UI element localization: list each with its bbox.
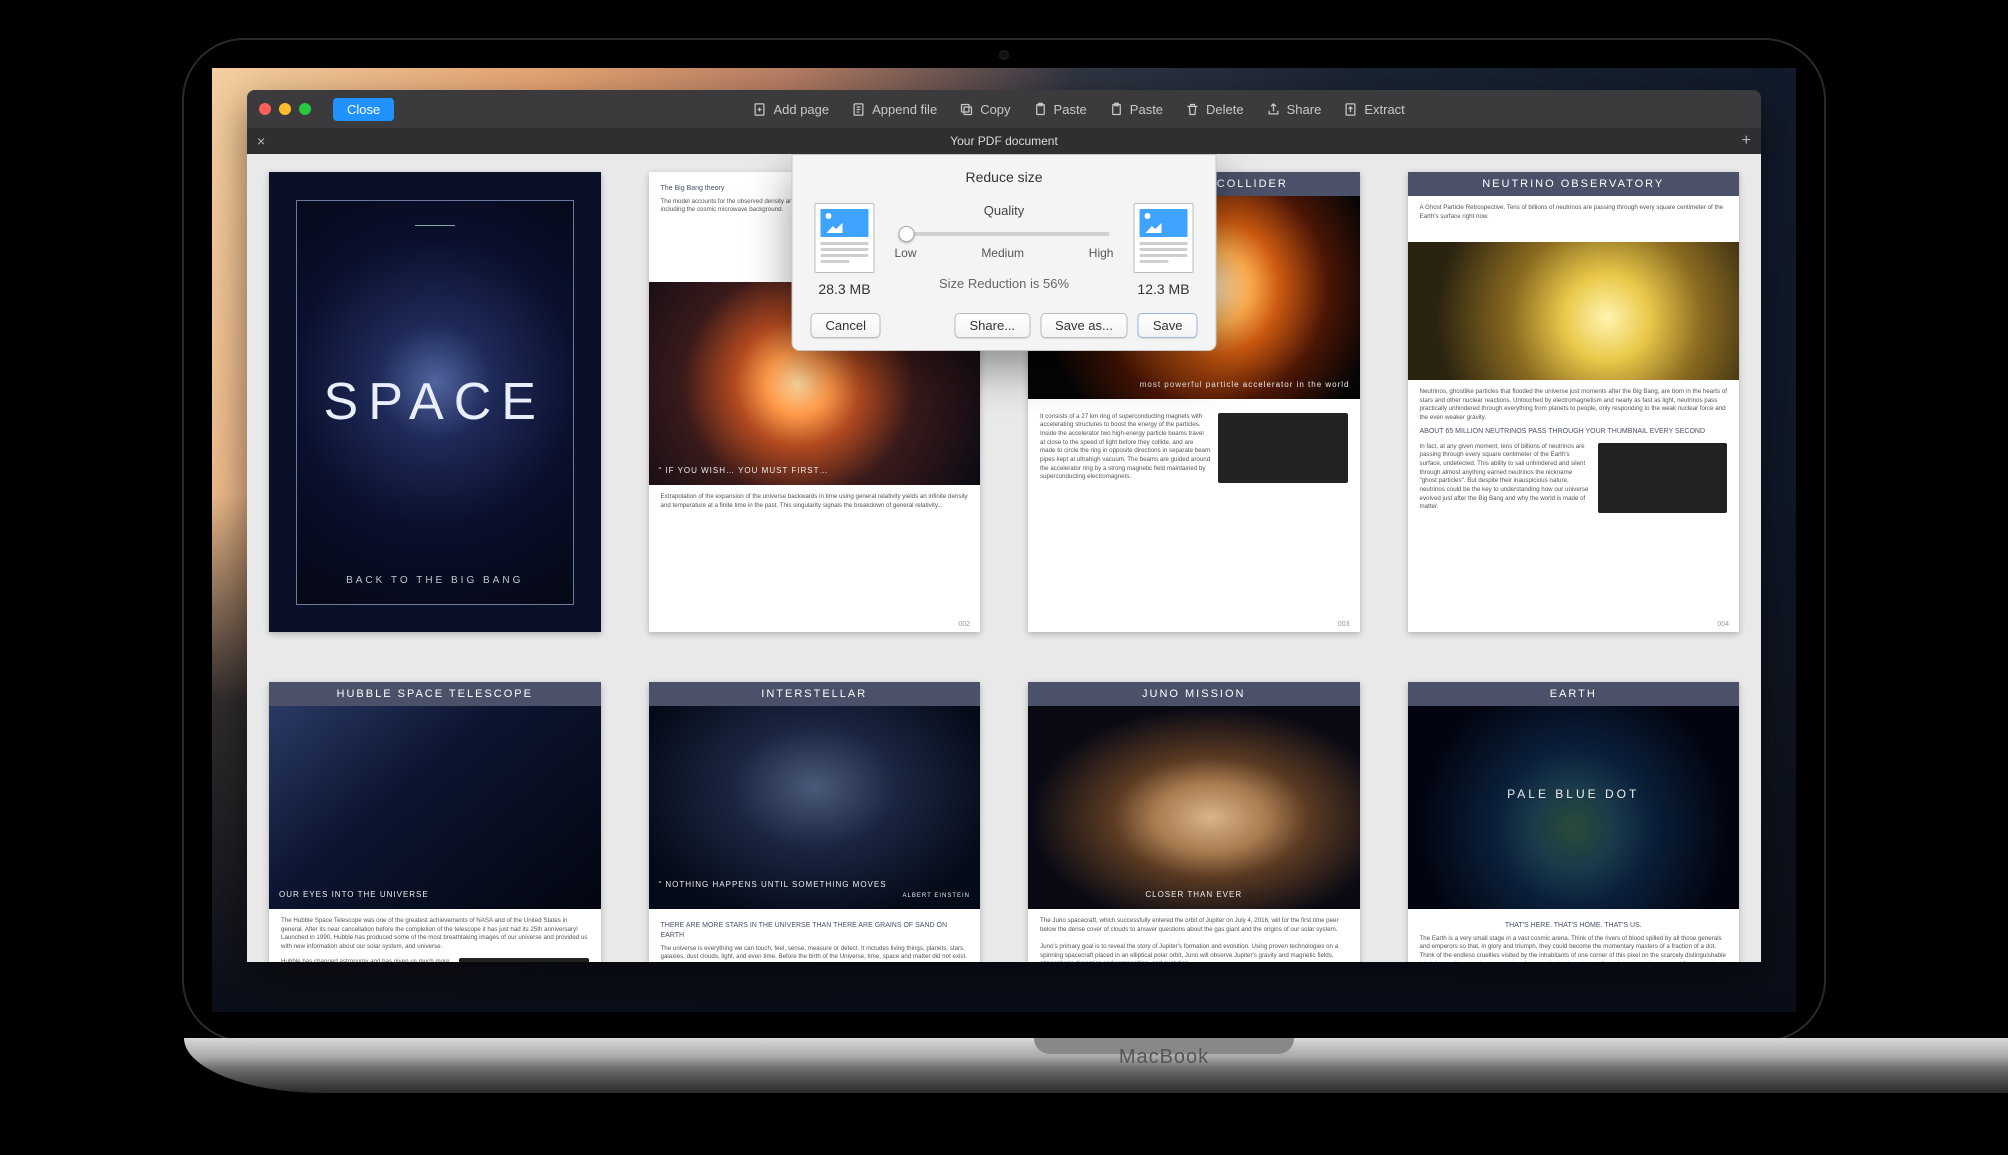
p4-num: 004: [1717, 621, 1729, 628]
cancel-button[interactable]: Cancel: [811, 313, 881, 338]
size-after-preview: 12.3 MB: [1130, 203, 1198, 297]
paste-icon: [1109, 102, 1124, 117]
p6-quote: “ NOTHING HAPPENS UNTIL SOMETHING MOVES: [659, 880, 887, 889]
paste-button-2[interactable]: Paste: [1109, 102, 1163, 117]
window-controls: [259, 103, 311, 115]
window-zoom-dot[interactable]: [299, 103, 311, 115]
delete-label: Delete: [1206, 102, 1244, 117]
slider-knob[interactable]: [899, 226, 915, 242]
p5-header: HUBBLE SPACE TELESCOPE: [269, 682, 601, 706]
p7-header: JUNO MISSION: [1028, 682, 1360, 706]
quality-medium: Medium: [981, 246, 1024, 260]
size-before-preview: 28.3 MB: [811, 203, 879, 297]
p3-quote: most powerful particle accelerator in th…: [1038, 380, 1350, 389]
dialog-title: Reduce size: [811, 169, 1198, 185]
p4-header: NEUTRINO OBSERVATORY: [1408, 172, 1740, 196]
append-file-label: Append file: [872, 102, 937, 117]
size-before-value: 28.3 MB: [811, 281, 879, 297]
reduce-size-dialog: Reduce size 28.3 MB Quality: [792, 154, 1217, 351]
extract-button[interactable]: Extract: [1343, 102, 1404, 117]
reduction-text: Size Reduction is 56%: [893, 276, 1116, 291]
laptop-base: MacBook: [184, 1038, 2008, 1093]
laptop-label: MacBook: [1119, 1046, 1209, 1069]
save-as-button[interactable]: Save as...: [1040, 313, 1128, 338]
window-close-dot[interactable]: [259, 103, 271, 115]
screen-bezel: Close Add page Append file: [184, 40, 1824, 1040]
paste-label-2: Paste: [1130, 102, 1163, 117]
quality-label: Quality: [893, 203, 1116, 218]
share-button[interactable]: Share: [1266, 102, 1322, 117]
webcam: [999, 50, 1009, 60]
p6-attr: ALBERT EINSTEIN: [659, 893, 971, 899]
cover-subtitle: BACK TO THE BIG BANG: [346, 575, 523, 586]
share-label: Share: [1287, 102, 1322, 117]
p8-header: EARTH: [1408, 682, 1740, 706]
p8-sub: THAT'S HERE. THAT'S HOME. THAT'S US.: [1420, 921, 1728, 931]
paste-button-1[interactable]: Paste: [1033, 102, 1087, 117]
p8-hero: PALE BLUE DOT: [1408, 787, 1740, 801]
quality-low: Low: [895, 246, 917, 260]
p5-quote: OUR EYES INTO THE UNIVERSE: [279, 890, 591, 899]
page-thumbnail-5[interactable]: HUBBLE SPACE TELESCOPE OUR EYES INTO THE…: [269, 682, 601, 962]
document-titlebar: × Your PDF document +: [247, 128, 1761, 154]
pdf-app-window: Close Add page Append file: [247, 90, 1761, 962]
delete-button[interactable]: Delete: [1185, 102, 1244, 117]
page-thumbnail-1[interactable]: SPACE BACK TO THE BIG BANG: [269, 172, 601, 632]
append-file-icon: [851, 102, 866, 117]
add-tab-icon[interactable]: +: [1742, 132, 1751, 150]
append-file-button[interactable]: Append file: [851, 102, 937, 117]
page-thumbnail-7[interactable]: JUNO MISSION CLOSER THAN EVER The Juno s…: [1028, 682, 1360, 962]
copy-button[interactable]: Copy: [959, 102, 1010, 117]
copy-icon: [959, 102, 974, 117]
p6-sub: THERE ARE MORE STARS IN THE UNIVERSE THA…: [661, 921, 969, 941]
page-thumbnail-6[interactable]: INTERSTELLAR “ NOTHING HAPPENS UNTIL SOM…: [649, 682, 981, 962]
add-page-button[interactable]: Add page: [752, 102, 829, 117]
p6-header: INTERSTELLAR: [649, 682, 981, 706]
share-icon: [1266, 102, 1281, 117]
quality-high: High: [1089, 246, 1114, 260]
p2-num: 002: [958, 621, 970, 628]
page-thumbnail-4[interactable]: NEUTRINO OBSERVATORY A Ghost Particle Re…: [1408, 172, 1740, 632]
add-page-label: Add page: [773, 102, 829, 117]
extract-icon: [1343, 102, 1358, 117]
p2-sub: Extrapolation of the expansion: [661, 493, 744, 500]
p4-sub: ABOUT 65 MILLION NEUTRINOS PASS THROUGH …: [1420, 427, 1728, 437]
add-page-icon: [752, 102, 767, 117]
trash-icon: [1185, 102, 1200, 117]
save-button[interactable]: Save: [1138, 313, 1198, 338]
close-button[interactable]: Close: [333, 98, 394, 121]
quality-slider[interactable]: [899, 232, 1110, 236]
document-title: Your PDF document: [950, 134, 1058, 148]
copy-label: Copy: [980, 102, 1010, 117]
paste-label-1: Paste: [1054, 102, 1087, 117]
page-thumbnail-8[interactable]: EARTH PALE BLUE DOT THAT'S HERE. THAT'S …: [1408, 682, 1740, 962]
extract-label: Extract: [1364, 102, 1404, 117]
cover-title: SPACE: [324, 372, 546, 432]
p2-quote: “ IF YOU WISH… YOU MUST FIRST…: [659, 466, 971, 475]
desktop-wallpaper: Close Add page Append file: [212, 68, 1796, 1012]
size-after-value: 12.3 MB: [1130, 281, 1198, 297]
paste-icon: [1033, 102, 1048, 117]
p3-num: 003: [1338, 621, 1350, 628]
p7-quote: CLOSER THAN EVER: [1028, 890, 1360, 899]
laptop-frame: Close Add page Append file: [184, 40, 1824, 1093]
toolbar-actions: Add page Append file Copy Paste: [752, 102, 1404, 117]
p4-lead: A Ghost Particle Retrospective. Tens of …: [1420, 204, 1724, 220]
app-toolbar: Close Add page Append file: [247, 90, 1761, 128]
window-minimize-dot[interactable]: [279, 103, 291, 115]
share-dialog-button[interactable]: Share...: [955, 313, 1031, 338]
close-tab-icon[interactable]: ×: [257, 133, 265, 149]
thumbnails-area: SPACE BACK TO THE BIG BANG The Big Bang …: [247, 154, 1761, 962]
